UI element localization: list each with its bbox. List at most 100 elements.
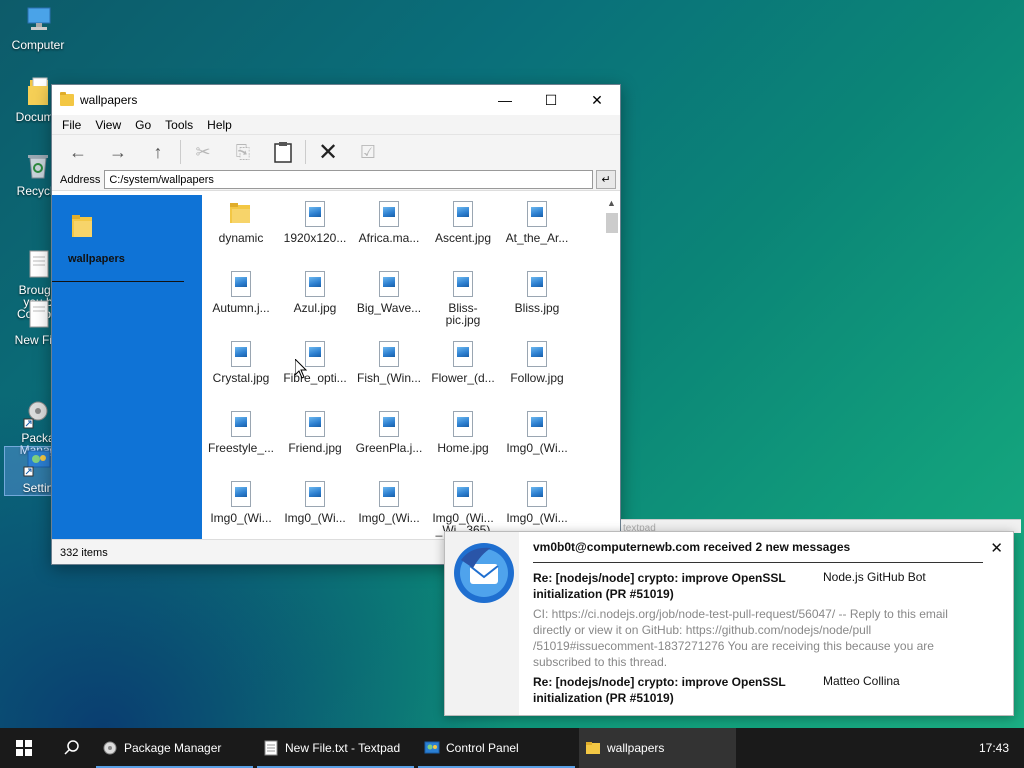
maximize-button[interactable]: ☐	[528, 85, 574, 115]
scroll-up-icon[interactable]: ▲	[603, 195, 620, 211]
file-name: Follow.jpg	[510, 371, 564, 385]
toolbar-separator	[305, 140, 306, 164]
image-file-icon	[305, 341, 325, 367]
paste-icon[interactable]	[263, 137, 303, 167]
search-button[interactable]	[48, 728, 96, 768]
file-item[interactable]: Bliss- pic.jpg	[426, 268, 500, 338]
taskbar: Package Manager New File.txt - Textpad C…	[0, 728, 1024, 768]
message-item[interactable]: Re: [nodejs/node] crypto: improve OpenSS…	[533, 570, 973, 670]
properties-icon[interactable]: ☑	[348, 137, 388, 167]
explorer-window[interactable]: wallpapers — ☐ ✕ File View Go Tools Help…	[51, 84, 621, 565]
title-bar[interactable]: wallpapers — ☐ ✕	[52, 85, 620, 115]
taskbar-item-package-manager[interactable]: Package Manager	[96, 728, 253, 768]
copy-icon[interactable]: ⎘	[223, 137, 263, 167]
file-name: Img0_(Wi...	[284, 511, 346, 525]
file-item[interactable]: Img0_(Wi...	[500, 408, 574, 478]
folder-icon	[60, 92, 74, 106]
file-name: Flower_(d...	[431, 371, 495, 385]
file-item[interactable]: dynamic	[204, 198, 278, 268]
file-item[interactable]: Crystal.jpg	[204, 338, 278, 408]
folder-icon	[586, 742, 600, 754]
image-file-icon	[305, 481, 325, 507]
file-name: Img0_(Wi...	[210, 511, 272, 525]
mail-notification[interactable]: vm0b0t@computernewb.com received 2 new m…	[444, 531, 1014, 716]
toolbar-separator	[180, 140, 181, 164]
notepad-icon	[264, 740, 278, 756]
message-subject: Re: [nodejs/node] crypto: improve OpenSS…	[533, 675, 786, 705]
image-file-icon	[231, 341, 251, 367]
image-file-icon	[379, 201, 399, 227]
start-button[interactable]	[0, 728, 48, 768]
clock[interactable]: 17:43	[964, 728, 1024, 768]
file-name: Azul.jpg	[293, 301, 337, 315]
image-file-icon	[231, 411, 251, 437]
image-file-icon	[305, 271, 325, 297]
file-item[interactable]: Freestyle_...	[204, 408, 278, 478]
file-item[interactable]: Img0_(Wi...	[278, 478, 352, 539]
taskbar-item-textpad[interactable]: New File.txt - Textpad	[257, 728, 414, 768]
settings-icon	[22, 447, 54, 479]
minimize-button[interactable]: —	[482, 85, 528, 115]
taskbar-item-control-panel[interactable]: Control Panel	[418, 728, 575, 768]
file-item[interactable]: Autumn.j...	[204, 268, 278, 338]
scrollbar-thumb[interactable]	[606, 213, 618, 233]
file-item[interactable]: Ascent.jpg	[426, 198, 500, 268]
taskbar-item-wallpapers[interactable]: wallpapers	[579, 728, 736, 768]
cut-icon[interactable]: ✂	[183, 137, 223, 167]
forward-arrow-icon[interactable]: →	[98, 137, 138, 167]
file-name: Ascent.jpg	[434, 231, 492, 245]
divider	[52, 281, 184, 282]
menu-view[interactable]: View	[88, 118, 128, 132]
up-arrow-icon[interactable]: ↑	[138, 137, 178, 167]
file-item[interactable]: Flower_(d...	[426, 338, 500, 408]
file-name: Big_Wave...	[356, 301, 422, 315]
file-item[interactable]: Friend.jpg	[278, 408, 352, 478]
address-input[interactable]	[104, 170, 593, 189]
file-item[interactable]: Img0_(Wi...	[500, 478, 574, 539]
vertical-scrollbar[interactable]: ▲	[603, 195, 620, 539]
file-item[interactable]: Bliss.jpg	[500, 268, 574, 338]
back-arrow-icon[interactable]: ←	[58, 137, 98, 167]
menu-go[interactable]: Go	[128, 118, 158, 132]
file-name: At_the_Ar...	[505, 231, 569, 245]
file-item[interactable]: Fish_(Win...	[352, 338, 426, 408]
address-bar: Address ↵	[52, 169, 620, 191]
image-file-icon	[453, 341, 473, 367]
thunderbird-icon	[451, 540, 517, 606]
window-title: wallpapers	[80, 93, 138, 107]
side-pane: wallpapers	[52, 195, 202, 539]
file-name: Autumn.j...	[212, 301, 270, 315]
menu-help[interactable]: Help	[200, 118, 239, 132]
file-list[interactable]: dynamic 1920x120... Africa.ma... Ascent.jpg…	[202, 195, 620, 539]
desktop-icon-computer[interactable]: Computer	[4, 4, 72, 51]
file-item[interactable]: Img0_(Wi...	[204, 478, 278, 539]
file-item[interactable]: 1920x120...	[278, 198, 352, 268]
image-file-icon	[453, 481, 473, 507]
file-item[interactable]: At_the_Ar...	[500, 198, 574, 268]
menu-file[interactable]: File	[55, 118, 88, 132]
delete-icon[interactable]: ✕	[308, 137, 348, 167]
file-name: GreenPla.j...	[355, 441, 423, 455]
file-item[interactable]: Fibre_opti...	[278, 338, 352, 408]
close-icon[interactable]: ✕	[990, 539, 1003, 557]
file-item[interactable]: GreenPla.j...	[352, 408, 426, 478]
image-file-icon	[527, 341, 547, 367]
message-item[interactable]: Re: [nodejs/node] crypto: improve OpenSS…	[533, 674, 973, 706]
image-file-icon	[305, 411, 325, 437]
windows-logo-icon	[16, 740, 32, 756]
notification-title: vm0b0t@computernewb.com received 2 new m…	[533, 540, 851, 554]
file-item[interactable]: Img0_(Wi... _Wi...365)	[426, 478, 500, 539]
recycle-bin-icon	[22, 150, 54, 182]
file-item[interactable]: Home.jpg	[426, 408, 500, 478]
file-item[interactable]: Africa.ma...	[352, 198, 426, 268]
close-button[interactable]: ✕	[574, 85, 620, 115]
file-item[interactable]: Big_Wave...	[352, 268, 426, 338]
go-button[interactable]: ↵	[596, 170, 616, 189]
file-item[interactable]: Follow.jpg	[500, 338, 574, 408]
file-item[interactable]: Img0_(Wi...	[352, 478, 426, 539]
folder-icon	[230, 201, 252, 225]
menu-tools[interactable]: Tools	[158, 118, 200, 132]
taskbar-item-label: Control Panel	[446, 741, 519, 755]
message-preview: CI: https://ci.nodejs.org/job/node-test-…	[533, 607, 948, 669]
file-item[interactable]: Azul.jpg	[278, 268, 352, 338]
